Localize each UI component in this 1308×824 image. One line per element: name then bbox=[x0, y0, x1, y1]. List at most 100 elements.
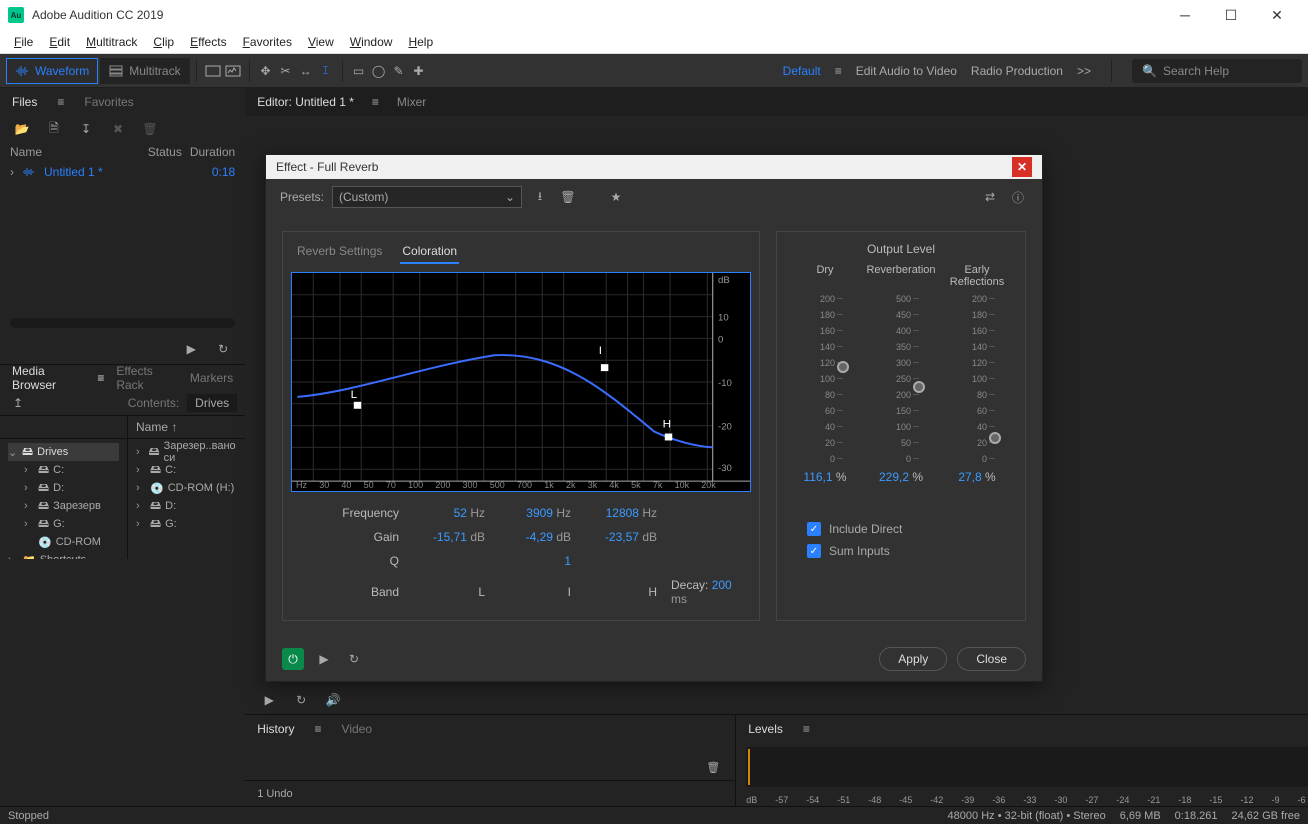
tree-drive-cd[interactable]: 💿 CD-ROM bbox=[8, 533, 119, 551]
effect-power-button[interactable]: ⏻ bbox=[282, 648, 304, 670]
levels-tab[interactable]: Levels bbox=[748, 722, 783, 736]
effects-rack-tab[interactable]: Effects Rack bbox=[116, 364, 178, 392]
transport-volume-icon[interactable]: 🔊 bbox=[323, 690, 343, 710]
slip-tool[interactable]: ↔ bbox=[296, 61, 316, 81]
gain-l[interactable]: -15,71 bbox=[433, 530, 467, 544]
search-help-box[interactable]: 🔍 Search Help bbox=[1132, 59, 1302, 83]
files-menu-icon[interactable]: ≡ bbox=[57, 95, 64, 109]
workspace-more[interactable]: >> bbox=[1077, 64, 1091, 78]
freq-l[interactable]: 52 bbox=[454, 506, 467, 520]
close-button[interactable]: Close bbox=[957, 647, 1026, 671]
sum-inputs-checkbox[interactable]: ✓Sum Inputs bbox=[787, 544, 1015, 558]
early-value[interactable]: 27,8 bbox=[958, 470, 981, 484]
tree-shortcuts[interactable]: ›📁 Shortcuts bbox=[8, 551, 119, 559]
presets-dropdown[interactable]: (Custom)⌄ bbox=[332, 186, 522, 208]
maximize-button[interactable]: ☐ bbox=[1208, 0, 1254, 30]
files-scrollbar[interactable] bbox=[10, 318, 235, 328]
workspace-edit-audio[interactable]: Edit Audio to Video bbox=[856, 64, 957, 78]
preview-play-button[interactable]: ▶ bbox=[314, 649, 334, 669]
reverb-value[interactable]: 229,2 bbox=[879, 470, 909, 484]
menu-multitrack[interactable]: Multitrack bbox=[78, 35, 145, 49]
dialog-close-button[interactable]: ✕ bbox=[1012, 157, 1032, 177]
media-col-name[interactable]: Name bbox=[136, 420, 168, 434]
preview-play-icon[interactable]: ▶ bbox=[181, 339, 201, 359]
preview-loop-icon[interactable]: ↻ bbox=[213, 339, 233, 359]
editor-menu-icon[interactable]: ≡ bbox=[372, 95, 379, 109]
open-file-icon[interactable]: 📂 bbox=[12, 119, 32, 139]
close-file-icon[interactable]: ✖ bbox=[108, 119, 128, 139]
files-tab[interactable]: Files bbox=[12, 95, 37, 109]
tab-coloration[interactable]: Coloration bbox=[400, 240, 459, 264]
tree-drives[interactable]: ⌄🖴 Drives bbox=[8, 443, 119, 461]
workspace-radio[interactable]: Radio Production bbox=[971, 64, 1063, 78]
media-menu-icon[interactable]: ≡ bbox=[97, 371, 104, 385]
workspace-menu-icon[interactable]: ≡ bbox=[835, 64, 842, 78]
lasso-tool[interactable]: ◯ bbox=[369, 61, 389, 81]
trash-icon[interactable]: 🗑 bbox=[140, 119, 160, 139]
q-value[interactable]: 1 bbox=[564, 554, 571, 568]
tree-drive-c[interactable]: ›🖴 C: bbox=[8, 461, 119, 479]
menu-window[interactable]: Window bbox=[342, 35, 401, 49]
favorite-icon[interactable]: ★ bbox=[606, 187, 626, 207]
col-status[interactable]: Status bbox=[148, 145, 182, 159]
tab-reverb-settings[interactable]: Reverb Settings bbox=[295, 240, 384, 264]
transport-loop-icon[interactable]: ↻ bbox=[291, 690, 311, 710]
dialog-titlebar[interactable]: Effect - Full Reverb ✕ bbox=[266, 155, 1042, 179]
heal-tool[interactable]: ✚ bbox=[409, 61, 429, 81]
menu-favorites[interactable]: Favorites bbox=[235, 35, 300, 49]
gang-icon[interactable]: ⇄ bbox=[980, 187, 1000, 207]
menu-effects[interactable]: Effects bbox=[182, 35, 234, 49]
new-file-icon[interactable]: 🗎 bbox=[44, 119, 64, 139]
contents-value[interactable]: Drives bbox=[187, 394, 237, 412]
eq-graph[interactable]: L I H dB 10 0 -10 -20 -30 Hz30405070 bbox=[291, 272, 751, 492]
media-item[interactable]: ›🖴 Зарезер..вано си bbox=[136, 443, 237, 461]
gain-i[interactable]: -4,29 bbox=[526, 530, 553, 544]
tree-drive-d[interactable]: ›🖴 D: bbox=[8, 479, 119, 497]
marquee-tool[interactable]: ▭ bbox=[349, 61, 369, 81]
media-item[interactable]: ›🖴 G: bbox=[136, 515, 237, 533]
save-preset-icon[interactable]: ⭳ bbox=[530, 187, 550, 207]
include-direct-checkbox[interactable]: ✓Include Direct bbox=[787, 522, 1015, 536]
dry-value[interactable]: 116,1 bbox=[803, 470, 832, 484]
editor-tab[interactable]: Editor: Untitled 1 * bbox=[257, 95, 354, 109]
media-up-icon[interactable]: ↥ bbox=[8, 393, 28, 413]
markers-tab[interactable]: Markers bbox=[190, 371, 233, 385]
workspace-default[interactable]: Default bbox=[783, 64, 821, 78]
freq-i[interactable]: 3909 bbox=[526, 506, 553, 520]
col-name[interactable]: Name bbox=[10, 145, 140, 159]
info-icon[interactable]: ⓘ bbox=[1008, 187, 1028, 207]
hud-button[interactable] bbox=[203, 61, 223, 81]
tree-drive-res[interactable]: ›🖴 Зарезерв bbox=[8, 497, 119, 515]
menu-edit[interactable]: Edit bbox=[41, 35, 78, 49]
history-tab[interactable]: History bbox=[257, 722, 294, 736]
reverb-slider[interactable]: 500450400350300250200150100500 bbox=[881, 294, 921, 464]
mixer-tab[interactable]: Mixer bbox=[397, 95, 426, 109]
gain-h[interactable]: -23,57 bbox=[605, 530, 639, 544]
levels-menu-icon[interactable]: ≡ bbox=[803, 722, 810, 736]
move-tool[interactable]: ✥ bbox=[256, 61, 276, 81]
early-slider[interactable]: 200180160140120100806040200 bbox=[957, 294, 997, 464]
favorites-tab[interactable]: Favorites bbox=[84, 95, 133, 109]
video-tab[interactable]: Video bbox=[342, 722, 372, 736]
menu-help[interactable]: Help bbox=[400, 35, 441, 49]
history-menu-icon[interactable]: ≡ bbox=[315, 722, 322, 736]
menu-file[interactable]: File bbox=[6, 35, 41, 49]
media-item[interactable]: ›🖴 D: bbox=[136, 497, 237, 515]
insert-icon[interactable]: ↧ bbox=[76, 119, 96, 139]
menu-clip[interactable]: Clip bbox=[145, 35, 182, 49]
brush-tool[interactable]: ✎ bbox=[389, 61, 409, 81]
spectral-button[interactable] bbox=[223, 61, 243, 81]
media-browser-tab[interactable]: Media Browser bbox=[12, 364, 85, 392]
waveform-mode-button[interactable]: Waveform bbox=[6, 58, 98, 84]
file-row[interactable]: › Untitled 1 * 0:18 bbox=[0, 162, 245, 182]
close-window-button[interactable]: ✕ bbox=[1254, 0, 1300, 30]
media-item[interactable]: ›💿 CD-ROM (H:) bbox=[136, 479, 237, 497]
freq-h[interactable]: 12808 bbox=[606, 506, 639, 520]
menu-view[interactable]: View bbox=[300, 35, 342, 49]
time-selection-tool[interactable]: 𝙸 bbox=[316, 61, 336, 81]
razor-tool[interactable]: ✂ bbox=[276, 61, 296, 81]
dry-slider[interactable]: 200180160140120100806040200 bbox=[805, 294, 845, 464]
multitrack-mode-button[interactable]: Multitrack bbox=[100, 58, 189, 84]
minimize-button[interactable]: ─ bbox=[1162, 0, 1208, 30]
apply-button[interactable]: Apply bbox=[879, 647, 947, 671]
